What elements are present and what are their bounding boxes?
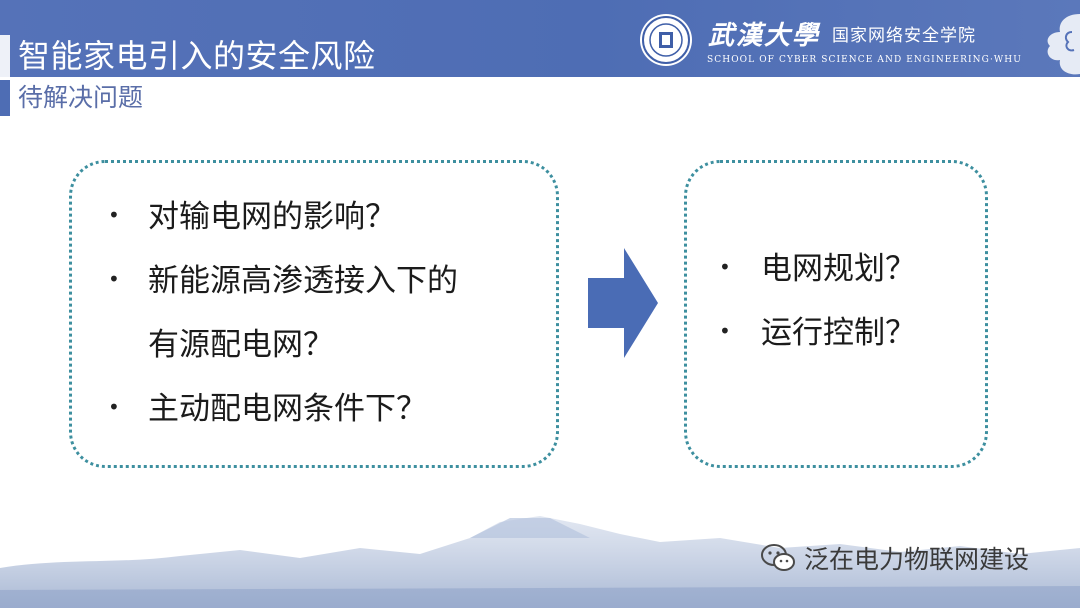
list-item-text: 新能源高渗透接入下的 xyxy=(148,263,458,299)
cloud-ornament-icon xyxy=(1047,14,1080,75)
bullet-icon: • xyxy=(108,395,120,419)
subtitle-accent-bar xyxy=(0,80,10,116)
bullet-icon: • xyxy=(719,319,731,343)
watermark-text: 泛在电力物联网建设 xyxy=(804,545,1030,574)
list-item-text: 电网规划？ xyxy=(761,251,916,287)
wechat-icon xyxy=(761,544,795,571)
college-name-english: SCHOOL OF CYBER SCIENCE AND ENGINEERING·… xyxy=(707,55,1022,65)
open-questions-box: • 电网规划？ • 运行控制？ xyxy=(684,160,988,468)
bullet-icon: • xyxy=(108,203,120,227)
right-arrow-icon xyxy=(588,248,658,358)
list-item-text: 运行控制？ xyxy=(761,315,916,351)
list-item-text: 对输电网的影响？ xyxy=(148,199,396,235)
title-accent-bar xyxy=(0,35,10,77)
slide-title: 智能家电引入的安全风险 xyxy=(18,37,376,75)
wechat-watermark: 泛在电力物联网建设 xyxy=(760,540,1029,576)
bullet-icon: • xyxy=(719,255,731,279)
list-item-text: 主动配电网条件下？ xyxy=(148,391,427,427)
university-seal-icon xyxy=(640,14,692,66)
list-item-text-continued: 有源配电网？ xyxy=(148,327,334,363)
bullet-icon: • xyxy=(108,267,120,291)
slide-subtitle: 待解决问题 xyxy=(18,83,144,112)
university-name-calligraphy: 武漢大學 xyxy=(708,20,821,51)
subtitle-band xyxy=(0,77,1080,119)
current-issues-box: • 对输电网的影响？ • 新能源高渗透接入下的 有源配电网？ • 主动配电网条件… xyxy=(69,160,559,468)
college-name: 国家网络安全学院 xyxy=(832,25,977,46)
